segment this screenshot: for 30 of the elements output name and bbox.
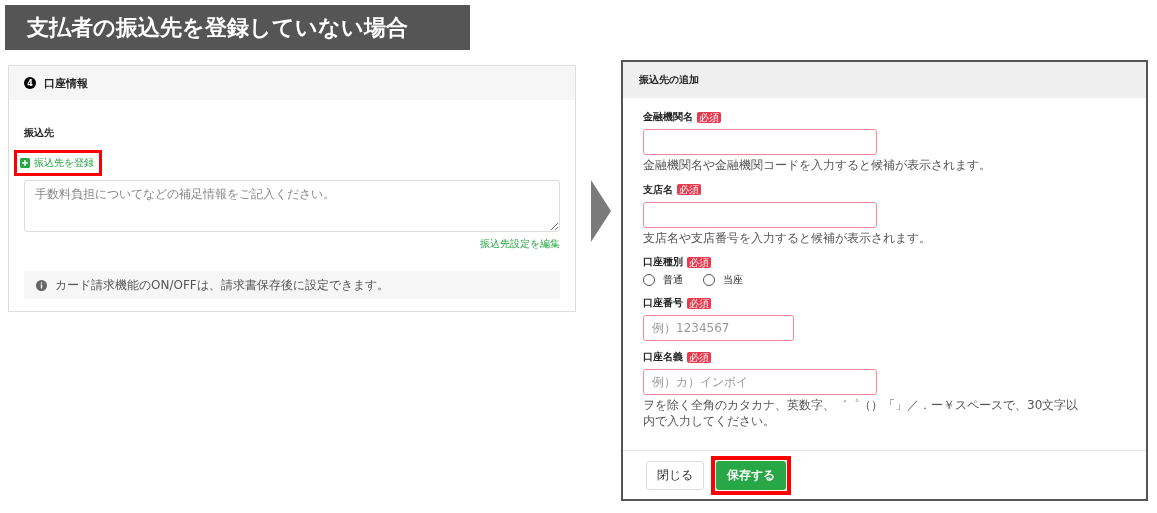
field-label: 口座種別 — [643, 255, 683, 270]
input-field[interactable] — [643, 129, 877, 155]
step-number: 4 — [24, 77, 36, 89]
section-label: 振込先 — [24, 126, 55, 140]
card-title: 口座情報 — [44, 75, 88, 91]
info-text: カード請求機能のON/OFFは、請求書保存後に設定できます。 — [55, 276, 389, 294]
field-label: 口座番号 — [643, 296, 683, 311]
required-badge: 必須 — [697, 111, 721, 123]
input-field[interactable]: 例）カ）インボイ — [643, 369, 877, 396]
radio-option[interactable]: 当座 — [703, 273, 743, 288]
chevron-icon — [591, 180, 611, 242]
required-badge: 必須 — [677, 184, 701, 196]
input-field[interactable]: 例）1234567 — [643, 315, 794, 342]
input-field[interactable] — [643, 201, 877, 228]
required-badge: 必須 — [687, 256, 711, 268]
radio-option[interactable]: 普通 — [643, 273, 683, 288]
field-hint: 金融機関名や金融機関コードを入力すると候補が表示されます。 — [643, 158, 992, 174]
field-label: 支店名 — [643, 182, 673, 197]
required-badge: 必須 — [687, 351, 711, 363]
required-badge: 必須 — [687, 297, 711, 309]
field-hint: 支店名や支店番号を入力すると候補が表示されます。 — [643, 230, 932, 247]
field-hint: ヲを除く全角のカタカナ、英数字、゛゜（）「」／．ー￥スペースで、30文字以内で入力してください。 — [643, 398, 1080, 430]
plus-icon — [20, 158, 30, 168]
field-label: 口座名義 — [643, 350, 683, 365]
field-label: 金融機関名 — [643, 110, 693, 124]
info-icon — [36, 279, 47, 291]
note-field[interactable]: 手数料負担についてなどの補足情報をご記入ください。 — [24, 180, 560, 232]
dialog-title: 振込先の追加 — [623, 62, 1146, 98]
banner: 支払者の振込先を登録していない場合 — [5, 5, 470, 50]
close-button[interactable]: 閉じる — [646, 460, 704, 490]
